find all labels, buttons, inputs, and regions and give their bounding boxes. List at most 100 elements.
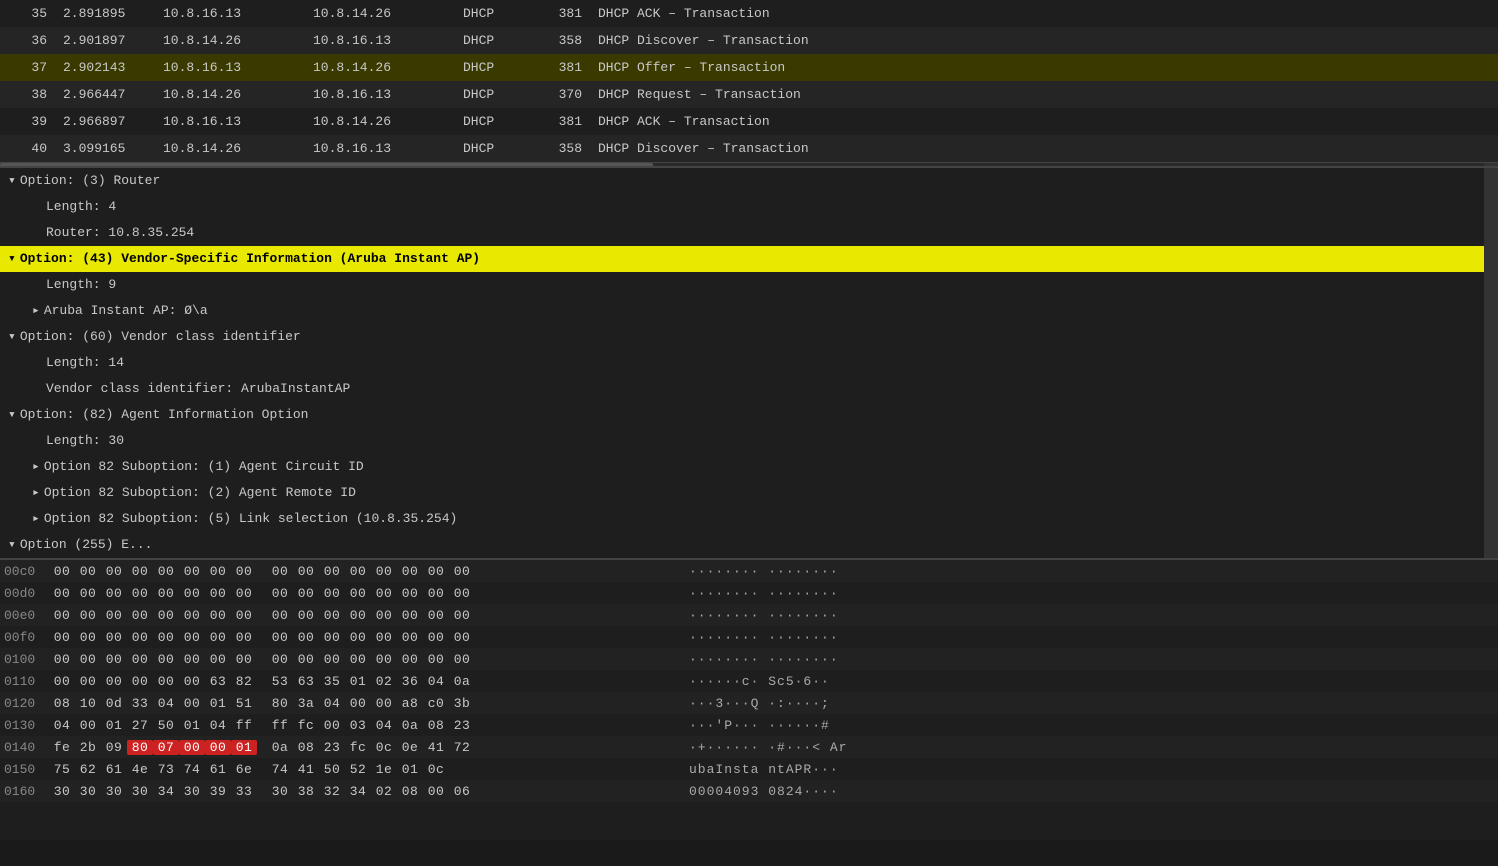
- collapse-arrow[interactable]: ▾: [8, 329, 16, 344]
- hex-byte[interactable]: 01: [179, 718, 205, 733]
- detail-item[interactable]: ▸Option 82 Suboption: (5) Link selection…: [0, 506, 1498, 532]
- hex-byte[interactable]: 74: [179, 762, 205, 777]
- hex-byte[interactable]: 00: [345, 608, 371, 623]
- hex-byte[interactable]: 00: [345, 630, 371, 645]
- hex-byte[interactable]: 33: [231, 784, 257, 799]
- expand-arrow[interactable]: ▸: [32, 303, 40, 318]
- hex-byte[interactable]: 00: [231, 608, 257, 623]
- hex-byte[interactable]: 00: [153, 652, 179, 667]
- hex-byte[interactable]: 00: [49, 630, 75, 645]
- hex-byte[interactable]: 00: [205, 586, 231, 601]
- hex-byte[interactable]: 6e: [231, 762, 257, 777]
- hex-byte[interactable]: 00: [127, 674, 153, 689]
- hex-byte[interactable]: 82: [231, 674, 257, 689]
- hex-byte[interactable]: 53: [267, 674, 293, 689]
- hex-byte[interactable]: 10: [75, 696, 101, 711]
- hex-byte[interactable]: 04: [319, 696, 345, 711]
- hex-byte[interactable]: 0c: [371, 740, 397, 755]
- hex-byte[interactable]: 38: [293, 784, 319, 799]
- hex-byte[interactable]: 00: [101, 564, 127, 579]
- packet-row[interactable]: 36 2.901897 10.8.14.26 10.8.16.13 DHCP 3…: [0, 27, 1498, 54]
- hex-byte[interactable]: 30: [75, 784, 101, 799]
- hex-byte[interactable]: 03: [345, 718, 371, 733]
- hex-byte[interactable]: 00: [319, 608, 345, 623]
- hex-byte[interactable]: 00: [267, 608, 293, 623]
- hex-byte[interactable]: 08: [423, 718, 449, 733]
- hex-byte[interactable]: 00: [345, 652, 371, 667]
- hex-byte[interactable]: 00: [205, 630, 231, 645]
- hex-byte[interactable]: 01: [397, 762, 423, 777]
- hex-byte[interactable]: 62: [75, 762, 101, 777]
- hex-byte[interactable]: 74: [267, 762, 293, 777]
- hex-byte[interactable]: 00: [293, 652, 319, 667]
- hex-byte[interactable]: 2b: [75, 740, 101, 755]
- hex-byte[interactable]: 63: [205, 674, 231, 689]
- hex-byte[interactable]: 0e: [397, 740, 423, 755]
- hex-byte[interactable]: 00: [267, 586, 293, 601]
- expand-arrow[interactable]: ▸: [32, 459, 40, 474]
- hex-byte[interactable]: 30: [267, 784, 293, 799]
- hex-byte[interactable]: 02: [371, 674, 397, 689]
- hex-byte[interactable]: 00: [179, 564, 205, 579]
- hex-byte[interactable]: 00: [127, 586, 153, 601]
- detail-item[interactable]: Length: 4: [0, 194, 1498, 220]
- hex-byte[interactable]: 00: [179, 740, 205, 755]
- hex-byte[interactable]: 34: [153, 784, 179, 799]
- hex-byte[interactable]: 50: [153, 718, 179, 733]
- detail-item[interactable]: ▾Option: (82) Agent Information Option: [0, 402, 1498, 428]
- hex-byte[interactable]: 07: [153, 740, 179, 755]
- hex-byte[interactable]: 41: [293, 762, 319, 777]
- hex-byte[interactable]: 63: [293, 674, 319, 689]
- hex-byte[interactable]: 34: [345, 784, 371, 799]
- hex-byte[interactable]: 00: [127, 608, 153, 623]
- hex-byte[interactable]: 61: [101, 762, 127, 777]
- hex-byte[interactable]: 30: [49, 784, 75, 799]
- hex-byte[interactable]: 3b: [449, 696, 475, 711]
- hex-byte[interactable]: 00: [153, 608, 179, 623]
- detail-scrollbar[interactable]: [1484, 168, 1498, 558]
- hex-byte[interactable]: 00: [371, 608, 397, 623]
- hex-byte[interactable]: 41: [423, 740, 449, 755]
- hex-byte[interactable]: 35: [319, 674, 345, 689]
- hex-byte[interactable]: 00: [319, 652, 345, 667]
- hex-byte[interactable]: 01: [231, 740, 257, 755]
- hex-byte[interactable]: 33: [127, 696, 153, 711]
- detail-item[interactable]: Length: 9: [0, 272, 1498, 298]
- hex-byte[interactable]: 00: [153, 564, 179, 579]
- hex-byte[interactable]: 04: [205, 718, 231, 733]
- hex-byte[interactable]: 00: [205, 652, 231, 667]
- hex-byte[interactable]: 00: [293, 586, 319, 601]
- hex-byte[interactable]: 00: [319, 718, 345, 733]
- hex-byte[interactable]: 00: [179, 608, 205, 623]
- detail-item[interactable]: ▾Option: (43) Vendor-Specific Informatio…: [0, 246, 1498, 272]
- hex-byte[interactable]: 00: [397, 652, 423, 667]
- hex-byte[interactable]: 00: [231, 564, 257, 579]
- hex-byte[interactable]: 00: [293, 564, 319, 579]
- hex-byte[interactable]: 04: [371, 718, 397, 733]
- detail-item[interactable]: ▸Option 82 Suboption: (2) Agent Remote I…: [0, 480, 1498, 506]
- hex-byte[interactable]: 08: [397, 784, 423, 799]
- hex-byte[interactable]: 51: [231, 696, 257, 711]
- hex-byte[interactable]: 00: [267, 630, 293, 645]
- hex-byte[interactable]: 00: [293, 608, 319, 623]
- packet-row[interactable]: 39 2.966897 10.8.16.13 10.8.14.26 DHCP 3…: [0, 108, 1498, 135]
- hex-byte[interactable]: 00: [267, 652, 293, 667]
- hex-byte[interactable]: 00: [49, 564, 75, 579]
- hex-byte[interactable]: 00: [319, 630, 345, 645]
- hex-byte[interactable]: 01: [345, 674, 371, 689]
- hex-byte[interactable]: 06: [449, 784, 475, 799]
- hex-byte[interactable]: 04: [153, 696, 179, 711]
- hex-byte[interactable]: 01: [101, 718, 127, 733]
- hex-byte[interactable]: a8: [397, 696, 423, 711]
- hex-byte[interactable]: c0: [423, 696, 449, 711]
- hex-byte[interactable]: 00: [449, 564, 475, 579]
- hex-byte[interactable]: 00: [397, 608, 423, 623]
- detail-item[interactable]: Length: 30: [0, 428, 1498, 454]
- hex-byte[interactable]: 02: [371, 784, 397, 799]
- hex-byte[interactable]: fc: [345, 740, 371, 755]
- hex-byte[interactable]: 00: [371, 630, 397, 645]
- hex-byte[interactable]: 36: [397, 674, 423, 689]
- hex-byte[interactable]: 00: [101, 652, 127, 667]
- detail-item[interactable]: Vendor class identifier: ArubaInstantAP: [0, 376, 1498, 402]
- hex-byte[interactable]: 00: [267, 564, 293, 579]
